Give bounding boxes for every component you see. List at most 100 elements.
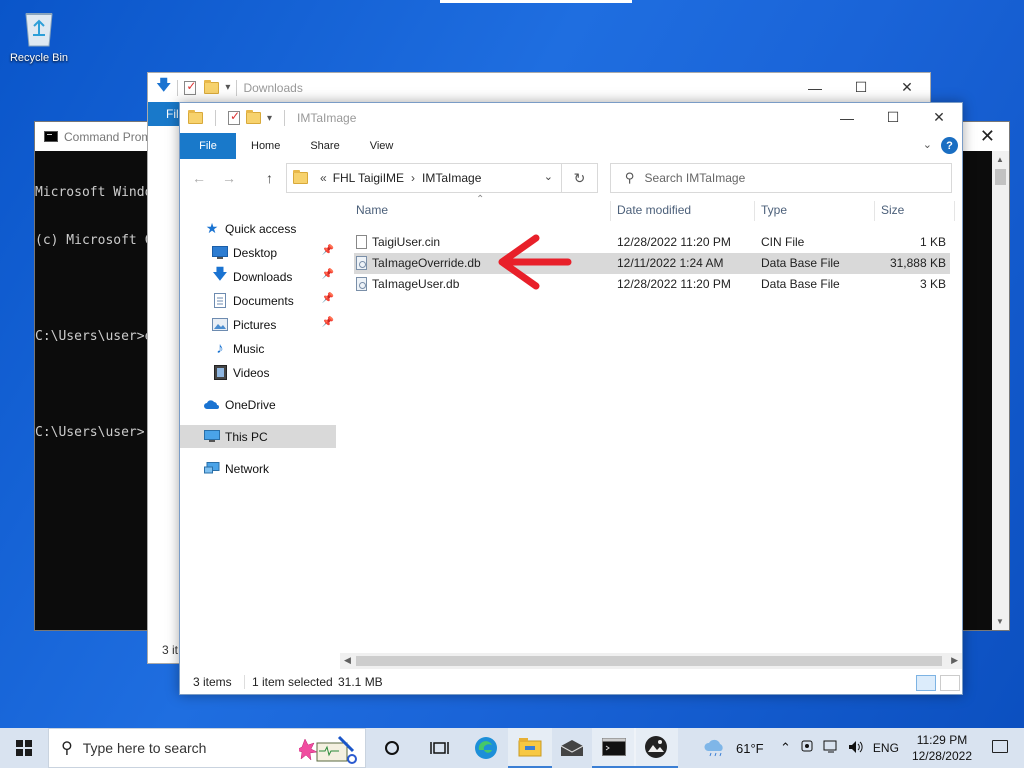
sidebar-item-label: Videos <box>233 365 270 380</box>
chevron-down-icon[interactable]: ▾ <box>267 113 272 124</box>
breadcrumb-overflow[interactable]: « <box>320 171 327 185</box>
volume-icon[interactable] <box>848 740 864 757</box>
tab-view[interactable]: View <box>355 133 409 159</box>
maximize-icon[interactable]: ☐ <box>838 73 884 102</box>
meet-now-icon[interactable] <box>800 740 814 757</box>
folder-icon[interactable] <box>204 79 220 94</box>
new-folder-icon[interactable] <box>246 110 261 124</box>
scroll-up-icon[interactable]: ▲ <box>996 155 1004 164</box>
sidebar-item-onedrive[interactable]: OneDrive <box>180 393 336 416</box>
photos-app-icon[interactable] <box>634 728 678 768</box>
breadcrumb-fhl-taigiime[interactable]: FHL TaigiIME <box>333 171 404 185</box>
scroll-down-icon[interactable]: ▼ <box>996 617 1004 626</box>
search-placeholder: Search IMTaImage <box>644 171 746 185</box>
forward-icon[interactable]: → <box>222 170 236 186</box>
clock[interactable]: 11:29 PM 12/28/2022 <box>912 732 972 764</box>
properties-icon[interactable] <box>228 109 240 125</box>
star-icon: ★ <box>205 220 219 236</box>
sidebar-item-network[interactable]: Network <box>180 457 336 480</box>
chevron-up-icon[interactable]: ⌃ <box>780 740 791 756</box>
help-icon[interactable]: ? <box>941 137 958 154</box>
cmd-scrollbar[interactable]: ▲ ▼ <box>992 151 1009 630</box>
tab-home[interactable]: Home <box>236 133 295 159</box>
system-tray: ⌃ ENG <box>780 728 899 768</box>
file-size: 1 KB <box>919 235 946 249</box>
weather-widget[interactable]: 61°F <box>702 728 764 768</box>
sidebar-item-quick-access[interactable]: ★ Quick access <box>180 217 336 240</box>
chevron-down-icon[interactable]: ⌄ <box>544 170 553 183</box>
tab-file[interactable]: File <box>180 133 236 159</box>
close-icon[interactable]: ✕ <box>916 103 962 132</box>
search-highlight-icon[interactable] <box>295 733 359 768</box>
cortana-icon[interactable] <box>370 728 414 768</box>
taskbar: ⚲ Type here to search 61°F ⌃ ENG 11:29 P… <box>0 728 1024 768</box>
file-row[interactable]: TaImageOverride.db 12/11/2022 1:24 AM Da… <box>354 253 950 274</box>
sidebar-item-documents[interactable]: Documents 📌 <box>180 289 336 312</box>
scroll-thumb[interactable] <box>995 169 1006 185</box>
file-explorer-icon[interactable] <box>508 728 552 768</box>
edge-icon[interactable] <box>464 728 508 768</box>
file-row[interactable]: TaigiUser.cin 12/28/2022 11:20 PM CIN Fi… <box>354 232 950 253</box>
properties-icon[interactable] <box>184 79 196 95</box>
column-header-type[interactable]: Type <box>761 203 787 217</box>
scroll-left-icon[interactable]: ◀ <box>344 655 351 666</box>
explorer-window[interactable]: ▾ IMTaImage — ☐ ✕ File Home Share View ⌄… <box>179 102 963 695</box>
close-icon[interactable]: ✕ <box>980 126 995 147</box>
taskbar-search[interactable]: ⚲ Type here to search <box>48 728 366 768</box>
start-button[interactable] <box>0 728 48 768</box>
minimize-icon[interactable]: — <box>792 73 838 102</box>
address-bar[interactable]: « FHL TaigiIME › IMTaImage ⌄ <box>286 163 562 193</box>
details-view-icon[interactable] <box>916 675 936 691</box>
folder-icon <box>188 110 203 124</box>
explorer-titlebar[interactable]: ▾ IMTaImage — ☐ ✕ <box>180 103 962 133</box>
notification-icon[interactable] <box>992 740 1008 753</box>
tab-share[interactable]: Share <box>295 133 354 159</box>
pin-icon[interactable]: 📌 <box>322 293 334 304</box>
pin-icon[interactable]: 📌 <box>322 245 334 256</box>
network-status-icon[interactable] <box>823 740 839 757</box>
weather-temperature: 61°F <box>736 740 764 756</box>
file-name: TaImageUser.db <box>372 277 460 291</box>
up-icon[interactable]: ↑ <box>266 170 273 186</box>
file-type: Data Base File <box>761 277 840 291</box>
breadcrumb-imtaimage[interactable]: IMTaImage <box>422 171 481 185</box>
sidebar-item-downloads[interactable]: 🡇 Downloads 📌 <box>180 265 336 288</box>
task-view-icon[interactable] <box>418 728 462 768</box>
scroll-right-icon[interactable]: ▶ <box>951 655 958 666</box>
back-icon[interactable]: ← <box>192 170 206 186</box>
mail-icon[interactable] <box>550 728 594 768</box>
sidebar-item-videos[interactable]: Videos <box>180 361 336 384</box>
file-size: 31,888 KB <box>889 256 946 270</box>
sidebar-item-this-pc[interactable]: This PC <box>180 425 336 448</box>
column-header-date[interactable]: Date modified <box>617 203 691 217</box>
downloads-status: 3 it <box>162 643 179 657</box>
expand-ribbon-icon[interactable]: ⌄ <box>923 138 932 151</box>
sidebar-item-desktop[interactable]: Desktop 📌 <box>180 241 336 264</box>
column-header-name[interactable]: Name <box>356 203 388 217</box>
scroll-thumb[interactable] <box>356 656 942 666</box>
file-list[interactable]: Name ⌃ Date modified Type Size TaigiUser… <box>350 194 962 665</box>
clock-date: 12/28/2022 <box>911 749 972 763</box>
search-box[interactable]: ⚲ Search IMTaImage <box>610 163 952 193</box>
sidebar-item-pictures[interactable]: Pictures 📌 <box>180 313 336 336</box>
command-prompt-icon[interactable] <box>592 728 636 768</box>
large-icons-view-icon[interactable] <box>940 675 960 691</box>
file-row[interactable]: TaImageUser.db 12/28/2022 11:20 PM Data … <box>354 274 950 295</box>
sidebar-item-music[interactable]: ♪ Music <box>180 337 336 360</box>
close-icon[interactable]: ✕ <box>884 73 930 102</box>
downloads-title: Downloads <box>243 80 303 95</box>
database-icon <box>356 255 367 270</box>
pin-icon[interactable]: 📌 <box>322 269 334 280</box>
refresh-icon[interactable]: ↻ <box>562 163 598 193</box>
horizontal-scrollbar[interactable]: ◀ ▶ <box>340 653 962 669</box>
maximize-icon[interactable]: ☐ <box>870 103 916 132</box>
top-window-edge <box>440 0 632 3</box>
minimize-icon[interactable]: — <box>824 103 870 132</box>
chevron-down-icon[interactable]: ▾ <box>225 82 230 93</box>
recycle-bin-shortcut[interactable]: Recycle Bin <box>6 8 72 64</box>
music-icon: ♪ <box>216 340 224 357</box>
navigation-pane[interactable]: ★ Quick access Desktop 📌 🡇 Downloads 📌 D… <box>180 195 340 665</box>
column-header-size[interactable]: Size <box>881 203 904 217</box>
language-indicator[interactable]: ENG <box>873 741 899 755</box>
pin-icon[interactable]: 📌 <box>322 317 334 328</box>
